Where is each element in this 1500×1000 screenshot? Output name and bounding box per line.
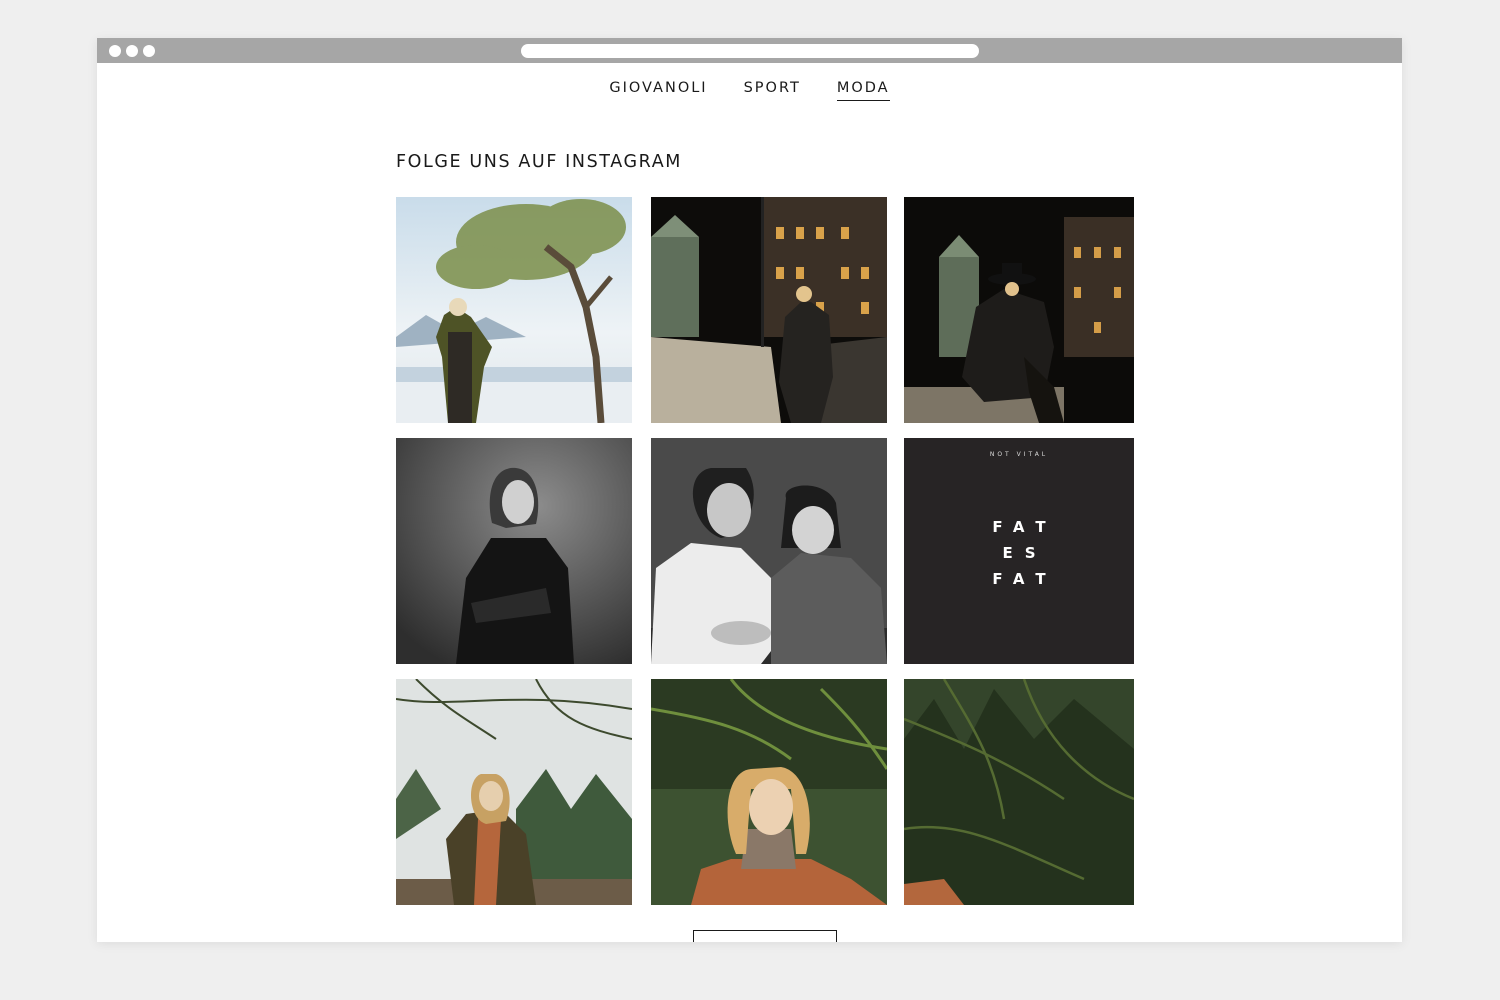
nav-item-moda[interactable]: MODA (836, 80, 890, 101)
browser-titlebar (97, 38, 1402, 63)
window-close-dot[interactable] (109, 45, 121, 57)
load-more-button[interactable] (693, 930, 837, 942)
instagram-section-title: FOLGE UNS AUF INSTAGRAM (396, 152, 682, 172)
instagram-post-8[interactable] (651, 679, 887, 905)
photo-woman-hat-night (904, 197, 1134, 423)
fat-graphic-line-1: FAT (992, 518, 1058, 536)
window-maximize-dot[interactable] (143, 45, 155, 57)
photo-woman-tree-lake (396, 197, 632, 423)
instagram-post-5[interactable] (651, 438, 887, 664)
photo-closeup-woman-forest (651, 679, 887, 905)
main-nav: GIOVANOLI SPORT MODA (97, 80, 1402, 101)
instagram-post-4[interactable] (396, 438, 632, 664)
nav-item-giovanoli[interactable]: GIOVANOLI (609, 80, 707, 101)
instagram-post-9[interactable] (904, 679, 1134, 905)
photo-forest-larch (904, 679, 1134, 905)
instagram-post-3[interactable] (904, 197, 1134, 423)
window-minimize-dot[interactable] (126, 45, 138, 57)
nav-item-sport[interactable]: SPORT (744, 80, 801, 101)
photo-woman-night-street (651, 197, 887, 423)
address-bar[interactable] (521, 44, 979, 58)
photo-bw-girl-arms-crossed (396, 438, 632, 664)
instagram-post-2[interactable] (651, 197, 887, 423)
photo-bw-man-and-girl (651, 438, 887, 664)
photo-woman-plaid-larches (396, 679, 632, 905)
fat-graphic-line-2: ES (1002, 544, 1048, 562)
instagram-post-7[interactable] (396, 679, 632, 905)
instagram-post-6[interactable]: NOT VITAL FAT ES FAT (904, 438, 1134, 664)
instagram-post-1[interactable] (396, 197, 632, 423)
browser-window: GIOVANOLI SPORT MODA FOLGE UNS AUF INSTA… (97, 38, 1402, 942)
fat-graphic-top-text: NOT VITAL (989, 451, 1049, 458)
fat-graphic-line-3: FAT (992, 570, 1058, 588)
